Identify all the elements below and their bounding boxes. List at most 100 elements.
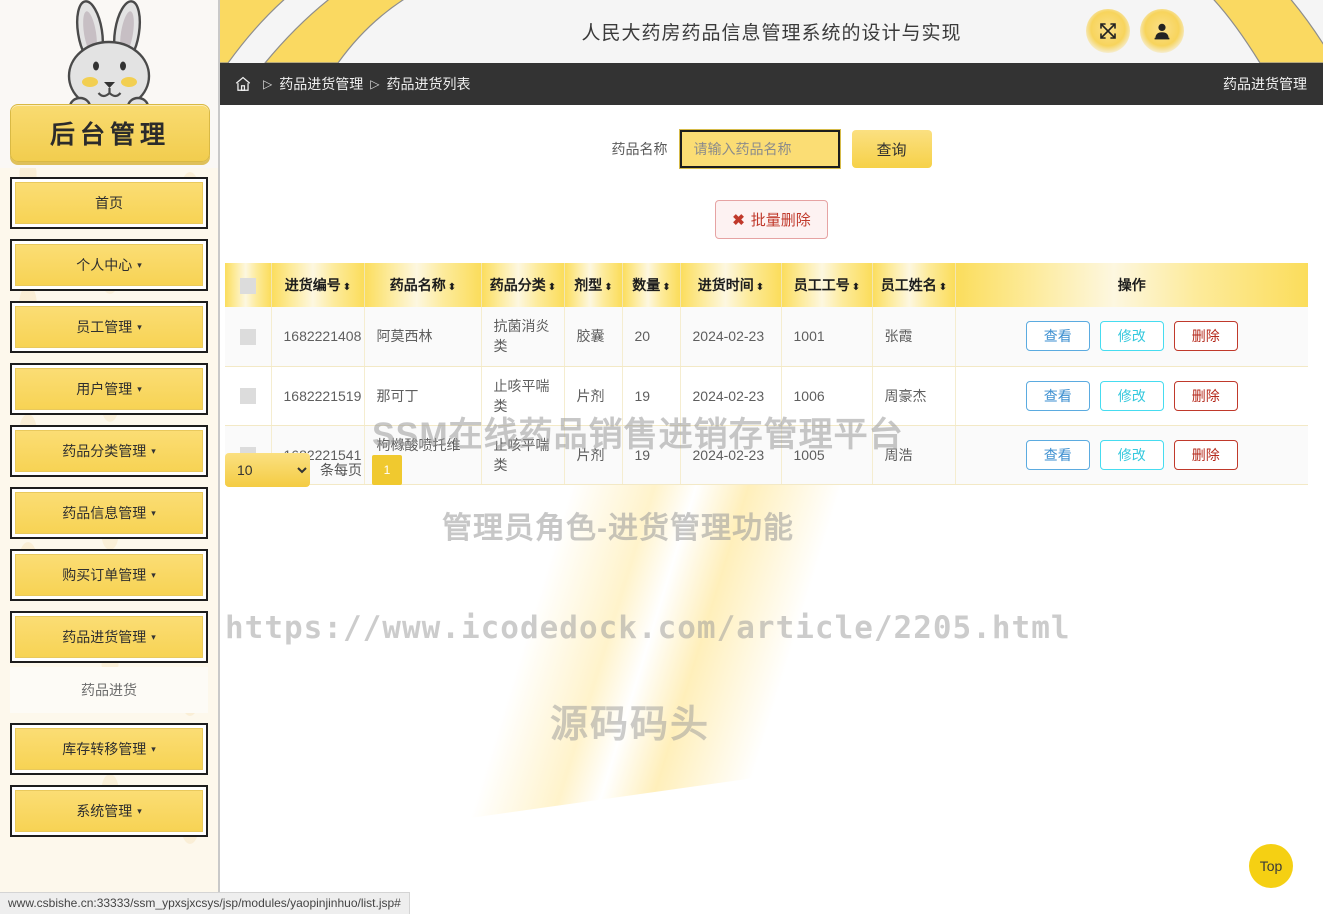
sidebar-item-staff-management[interactable]: 员工管理 ▾ — [10, 301, 208, 353]
cell-name: 阿莫西林 — [364, 307, 482, 367]
column-label: 药品分类 — [489, 277, 546, 293]
sidebar-item-label: 购买订单管理 — [62, 567, 147, 583]
column-header-qty[interactable]: 数量 ⬍ — [622, 263, 681, 307]
sidebar-item-stock-transfer-management[interactable]: 库存转移管理 ▾ — [10, 723, 208, 775]
sort-icon: ⬍ — [547, 282, 556, 293]
select-all-checkbox-icon[interactable] — [239, 277, 256, 294]
cell-category: 抗菌消炎类 — [481, 307, 565, 367]
pagination-bar: 10 20 50 100 条每页 1 — [225, 453, 402, 487]
column-label: 数量 — [632, 277, 661, 293]
watermark-url: https://www.icodedock.com/article/2205.h… — [225, 610, 1071, 646]
scroll-to-top-button[interactable]: Top — [1249, 844, 1293, 888]
sort-icon: ⬍ — [342, 282, 351, 293]
search-toolbar: 药品名称 查询 — [220, 129, 1323, 169]
sidebar-item-user-management[interactable]: 用户管理 ▾ — [10, 363, 208, 415]
view-button[interactable]: 查看 — [1025, 321, 1090, 352]
data-table-container: 进货编号 ⬍ 药品名称 ⬍ 药品分类 ⬍ 剂型 ⬍ 数量 ⬍ 进货时间 ⬍ 员工工号 ⬍ 员工… — [225, 263, 1308, 485]
breadcrumb-right-label: 药品进货管理 — [1223, 76, 1307, 92]
sidebar-item-drug-category-management[interactable]: 药品分类管理 ▾ — [10, 425, 208, 477]
column-label: 进货编号 — [284, 277, 341, 293]
sidebar-item-drug-purchase-management[interactable]: 药品进货管理 ▾ — [10, 611, 208, 663]
delete-button[interactable]: 删除 — [1173, 380, 1238, 411]
cell-form: 片剂 — [564, 366, 623, 426]
edit-button[interactable]: 修改 — [1099, 380, 1164, 411]
sort-icon: ⬍ — [755, 282, 764, 293]
delete-button[interactable]: 删除 — [1173, 321, 1238, 352]
sidebar-item-label: 库存转移管理 — [62, 741, 147, 757]
chevron-down-icon: ▾ — [151, 507, 156, 518]
cell-staff-name: 张霞 — [872, 307, 956, 367]
cell-staff-id: 1001 — [781, 307, 873, 367]
sidebar-subitem-drug-purchase[interactable]: 药品进货 — [10, 678, 208, 702]
cell-qty: 19 — [622, 425, 681, 485]
edit-button[interactable]: 修改 — [1099, 439, 1164, 470]
sidebar-nav: 首页 个人中心 ▾ 员工管理 ▾ 用户管理 ▾ 药品分类管理 ▾ 药品信息管理 ▾ 购买订… — [0, 168, 218, 837]
column-header-form[interactable]: 剂型 ⬍ — [564, 263, 623, 307]
sidebar-brand-plate: 后台管理 — [10, 104, 210, 162]
table-row: 1682221519 那可丁 止咳平喘类 片剂 19 2024-02-23 10… — [225, 366, 1308, 426]
breadcrumb-separator: ▷ — [263, 77, 273, 91]
sidebar-item-purchase-order-management[interactable]: 购买订单管理 ▾ — [10, 549, 208, 601]
sidebar-item-home[interactable]: 首页 — [10, 177, 208, 229]
sort-icon: ⬍ — [938, 282, 947, 293]
table-header: 进货编号 ⬍ 药品名称 ⬍ 药品分类 ⬍ 剂型 ⬍ 数量 ⬍ 进货时间 ⬍ 员工工号 ⬍ 员工… — [225, 263, 1308, 307]
user-icon[interactable] — [1140, 9, 1184, 53]
breadcrumb-bar: ▷ 药品进货管理 ▷ 药品进货列表 药品进货管理 — [220, 63, 1323, 105]
edit-button[interactable]: 修改 — [1099, 321, 1164, 352]
cell-form: 胶囊 — [564, 307, 623, 367]
column-label: 操作 — [1117, 277, 1146, 293]
cell-name: 那可丁 — [364, 366, 482, 426]
breadcrumb-item-drug-purchase-list[interactable]: 药品进货列表 — [386, 74, 470, 94]
column-header-code[interactable]: 进货编号 ⬍ — [271, 263, 365, 307]
column-header-staff-name[interactable]: 员工姓名 ⬍ — [872, 263, 956, 307]
row-select-cell — [225, 366, 272, 426]
cell-category: 止咳平喘类 — [481, 366, 565, 426]
per-page-label: 条每页 — [320, 462, 362, 478]
bulk-delete-button[interactable]: ✖ 批量删除 — [715, 200, 828, 239]
view-button[interactable]: 查看 — [1025, 439, 1090, 470]
column-header-date[interactable]: 进货时间 ⬍ — [680, 263, 782, 307]
sidebar-item-label: 个人中心 — [76, 257, 133, 273]
page-number-button[interactable]: 1 — [372, 455, 402, 485]
view-button[interactable]: 查看 — [1025, 380, 1090, 411]
fullscreen-icon[interactable] — [1086, 9, 1130, 53]
cell-operations: 查看 修改 删除 — [955, 307, 1308, 367]
row-checkbox-icon[interactable] — [239, 388, 256, 405]
sidebar-item-drug-info-management[interactable]: 药品信息管理 ▾ — [10, 487, 208, 539]
search-input[interactable] — [678, 129, 841, 169]
cell-qty: 19 — [622, 366, 681, 426]
status-bar-url: www.csbishe.cn:33333/ssm_ypxsjxcsys/jsp/… — [0, 892, 410, 914]
column-header-name[interactable]: 药品名称 ⬍ — [364, 263, 482, 307]
row-select-cell — [225, 307, 272, 367]
drug-purchase-table: 进货编号 ⬍ 药品名称 ⬍ 药品分类 ⬍ 剂型 ⬍ 数量 ⬍ 进货时间 ⬍ 员工工号 ⬍ 员工… — [225, 263, 1308, 485]
column-header-category[interactable]: 药品分类 ⬍ — [481, 263, 565, 307]
sidebar-logo-area: 后台管理 — [0, 0, 218, 168]
sidebar-item-system-management[interactable]: 系统管理 ▾ — [10, 785, 208, 837]
sort-icon: ⬍ — [851, 282, 860, 293]
column-label: 剂型 — [574, 277, 603, 293]
breadcrumb-item-drug-purchase-management[interactable]: 药品进货管理 — [279, 74, 363, 94]
cell-form: 片剂 — [564, 425, 623, 485]
delete-button[interactable]: 删除 — [1173, 439, 1238, 470]
row-checkbox-icon[interactable] — [239, 328, 256, 345]
watermark-brand: 源码码头 — [550, 704, 711, 746]
column-header-staff-id[interactable]: 员工工号 ⬍ — [781, 263, 873, 307]
cell-staff-id: 1006 — [781, 366, 873, 426]
cell-operations: 查看 修改 删除 — [955, 425, 1308, 485]
chevron-down-icon: ▾ — [137, 805, 142, 816]
sort-icon: ⬍ — [604, 282, 612, 293]
cell-staff-id: 1005 — [781, 425, 873, 485]
chevron-down-icon: ▾ — [151, 445, 156, 456]
table-row: 1682221408 阿莫西林 抗菌消炎类 胶囊 20 2024-02-23 1… — [225, 307, 1308, 367]
chevron-down-icon: ▾ — [151, 569, 156, 580]
chevron-down-icon: ▾ — [137, 383, 142, 394]
column-header-operations: 操作 — [955, 263, 1308, 307]
sidebar-item-personal-center[interactable]: 个人中心 ▾ — [10, 239, 208, 291]
query-button[interactable]: 查询 — [851, 130, 932, 168]
column-label: 药品名称 — [389, 277, 446, 293]
page-size-select[interactable]: 10 20 50 100 — [225, 453, 310, 487]
select-all-cell — [225, 263, 272, 307]
sidebar-item-label: 用户管理 — [76, 381, 133, 397]
home-icon[interactable] — [234, 75, 252, 93]
cell-qty: 20 — [622, 307, 681, 367]
